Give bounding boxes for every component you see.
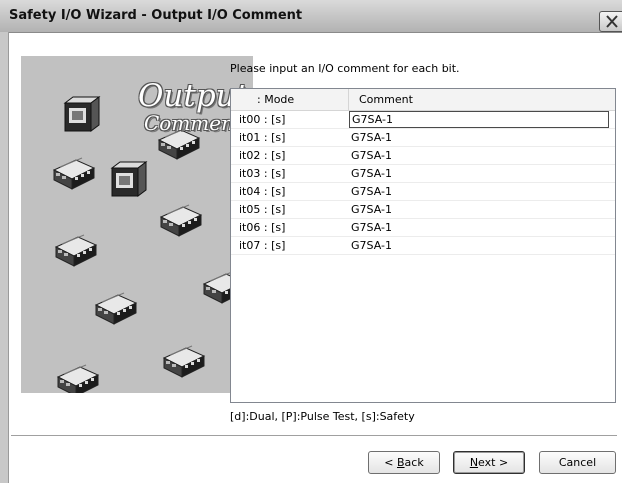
io-module-icon (64, 96, 100, 132)
row-comment[interactable]: G7SA-1 (349, 237, 611, 254)
separator (11, 435, 617, 437)
wizard-body: Output Comment Please input an I/O comme… (9, 33, 622, 483)
window-frame-left (0, 32, 9, 483)
row-mode: it07 : [s] (239, 239, 286, 252)
row-comment[interactable]: G7SA-1 (349, 147, 611, 164)
row-mode: it04 : [s] (239, 185, 286, 198)
io-module-icon (55, 234, 97, 267)
row-comment[interactable]: G7SA-1 (349, 201, 611, 218)
table-row[interactable]: it07 : [s] G7SA-1 (231, 237, 615, 255)
column-header-comment[interactable]: Comment (349, 89, 615, 110)
row-comment[interactable]: G7SA-1 (349, 219, 611, 236)
table-row[interactable]: it02 : [s] G7SA-1 (231, 147, 615, 165)
picture-title-comment: Comment (144, 111, 243, 135)
table-row[interactable]: it01 : [s] G7SA-1 (231, 129, 615, 147)
table-header: : Mode Comment (231, 89, 615, 111)
io-module-icon (95, 292, 137, 325)
table-row[interactable]: it00 : [s] G7SA-1 (231, 111, 615, 129)
io-module-icon (163, 345, 205, 378)
back-button-mnemonic: B (397, 456, 405, 469)
table-row[interactable]: it05 : [s] G7SA-1 (231, 201, 615, 219)
row-mode: it01 : [s] (239, 131, 286, 144)
row-mode: it02 : [s] (239, 149, 286, 162)
next-button-mnemonic: N (469, 456, 479, 469)
back-button[interactable]: < Back (368, 451, 440, 474)
instruction-text: Please input an I/O comment for each bit… (230, 62, 460, 75)
table-row[interactable]: it04 : [s] G7SA-1 (231, 183, 615, 201)
wizard-picture: Output Comment (21, 56, 253, 393)
back-button-label: ack (404, 456, 424, 469)
row-mode: it00 : [s] (239, 113, 286, 126)
row-comment[interactable]: G7SA-1 (349, 111, 609, 128)
row-mode: it05 : [s] (239, 203, 286, 216)
io-module-icon (111, 161, 147, 197)
cancel-button[interactable]: Cancel (539, 451, 616, 474)
window-title: Safety I/O Wizard - Output I/O Comment (9, 8, 303, 23)
row-comment[interactable]: G7SA-1 (349, 129, 611, 146)
row-mode: it03 : [s] (239, 167, 286, 180)
back-button-prefix: < (384, 456, 397, 469)
row-mode: it06 : [s] (239, 221, 286, 234)
io-module-icon (57, 364, 99, 393)
mode-legend: [d]:Dual, [P]:Pulse Test, [s]:Safety (230, 410, 415, 423)
table-row[interactable]: it06 : [s] G7SA-1 (231, 219, 615, 237)
next-button[interactable]: Next > (453, 451, 525, 474)
io-module-icon (53, 157, 95, 190)
table-row[interactable]: it03 : [s] G7SA-1 (231, 165, 615, 183)
close-icon (606, 15, 618, 28)
column-header-mode[interactable]: : Mode (231, 89, 349, 110)
close-button[interactable] (599, 11, 622, 32)
io-comment-table[interactable]: : Mode Comment it00 : [s] G7SA-1 it01 : … (230, 88, 616, 403)
next-button-label: ext > (478, 456, 509, 469)
title-bar: Safety I/O Wizard - Output I/O Comment (0, 0, 622, 33)
row-comment[interactable]: G7SA-1 (349, 165, 611, 182)
io-module-icon (160, 204, 202, 237)
row-comment[interactable]: G7SA-1 (349, 183, 611, 200)
